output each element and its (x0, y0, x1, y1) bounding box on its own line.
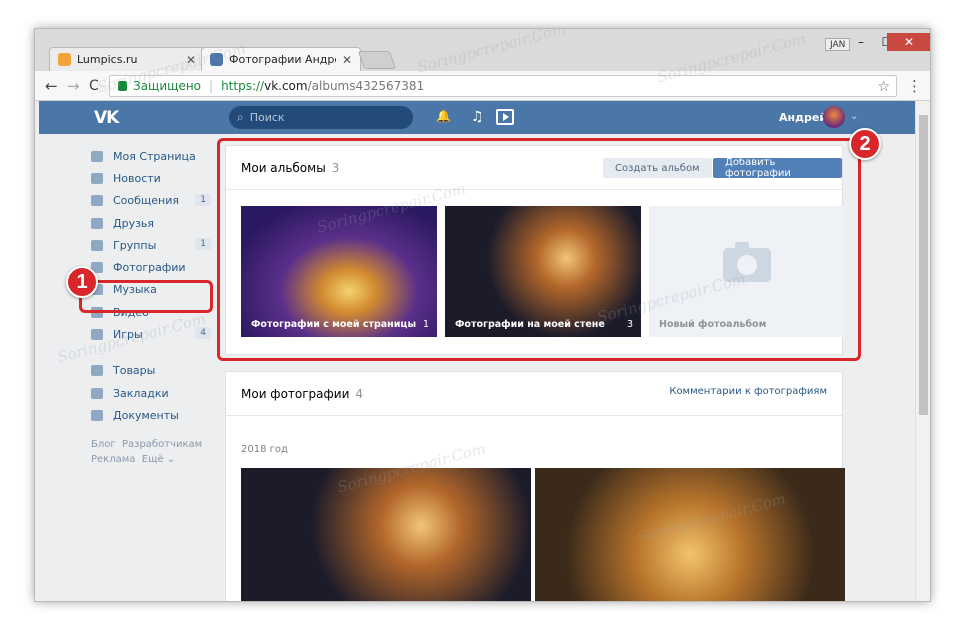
address-bar: ← → C Защищено | https:// vk.com /albums… (35, 71, 930, 101)
photo-thumbnail[interactable] (241, 468, 531, 601)
footer-link-ads[interactable]: Реклама (91, 454, 135, 465)
photos-count: 4 (355, 386, 364, 401)
vk-favicon-icon (210, 53, 223, 66)
sidebar-footer: Блог Разработчикам Реклама Ещё ⌄ (91, 437, 211, 467)
sidebar-divider (91, 346, 211, 360)
shopping-bag-icon (91, 365, 103, 377)
vk-logo[interactable]: VK (94, 108, 119, 128)
sidebar-item-label: Сообщения (113, 194, 180, 208)
home-icon (91, 150, 103, 162)
tab-close-icon[interactable]: ✕ (342, 53, 352, 67)
sidebar-item-label: Друзья (113, 216, 155, 230)
sidebar-item-news[interactable]: Новости (91, 167, 211, 189)
new-tab-button[interactable] (357, 51, 397, 69)
tab-title: Фотографии Андрея Пе (229, 53, 336, 66)
sidebar-item-label: Товары (113, 364, 156, 378)
photos-card: Мои фотографии 4 Комментарии к фотографи… (225, 371, 845, 601)
minimize-button[interactable]: – (847, 33, 875, 51)
annotation-badge-2: 2 (849, 128, 881, 160)
avatar[interactable] (823, 106, 845, 128)
groups-count-badge: 1 (195, 238, 211, 251)
sidebar-item-messages[interactable]: Сообщения 1 (91, 190, 211, 212)
url-separator: | (209, 79, 214, 93)
sidebar-item-friends[interactable]: Друзья (91, 212, 211, 234)
sidebar-item-label: Фотографии (113, 261, 186, 275)
sidebar-item-bookmarks[interactable]: Закладки (91, 382, 211, 404)
sidebar-item-label: Новости (113, 171, 161, 185)
browser-menu-icon[interactable]: ⋮ (907, 77, 922, 95)
page-scrollbar[interactable] (915, 101, 930, 601)
document-icon (91, 409, 103, 421)
tab-vk-photos[interactable]: Фотографии Андрея Пе ✕ (201, 47, 361, 71)
search-input[interactable]: ⌕ Поиск (229, 106, 413, 129)
video-play-icon[interactable] (496, 109, 514, 125)
user-name[interactable]: Андрей (779, 111, 827, 124)
sidebar-item-label: Группы (113, 238, 157, 252)
bookmark-star-icon[interactable]: ☆ (877, 79, 890, 95)
sidebar-item-games[interactable]: Игры 4 (91, 323, 211, 345)
sidebar-item-label: Документы (113, 408, 179, 422)
friends-icon (91, 217, 103, 229)
footer-link-more[interactable]: Ещё ⌄ (142, 454, 175, 465)
url-input[interactable]: Защищено | https:// vk.com /albums432567… (109, 75, 897, 97)
reload-icon[interactable]: C (89, 77, 99, 95)
star-icon (91, 387, 103, 399)
url-host: vk.com (264, 79, 308, 93)
bell-icon[interactable]: 🔔 (436, 109, 451, 123)
annotation-badge-1: 1 (66, 266, 98, 298)
vk-header: VK ⌕ Поиск 🔔 ♫ Андрей ⌄ (39, 101, 915, 134)
search-icon: ⌕ (237, 110, 244, 124)
games-count-badge: 4 (195, 327, 211, 340)
chevron-down-icon[interactable]: ⌄ (850, 111, 858, 122)
news-icon (91, 172, 103, 184)
forward-icon[interactable]: → (67, 77, 80, 95)
url-path: /albums432567381 (307, 79, 425, 93)
sidebar-item-label: Моя Страница (113, 149, 196, 163)
tab-close-icon[interactable]: ✕ (186, 53, 196, 67)
browser-window: Lumpics.ru ✕ Фотографии Андрея Пе ✕ JAN … (34, 28, 931, 602)
photo-thumbnail[interactable] (535, 468, 845, 601)
highlight-photos-item (79, 280, 213, 313)
photo-comments-link[interactable]: Комментарии к фотографиям (669, 386, 827, 397)
back-icon[interactable]: ← (45, 77, 58, 95)
lock-icon (118, 81, 127, 91)
messages-count-badge: 1 (195, 193, 211, 206)
messages-icon (91, 195, 103, 207)
music-icon[interactable]: ♫ (471, 109, 484, 125)
secure-label: Защищено (133, 79, 202, 93)
scrollbar-thumb[interactable] (919, 115, 928, 415)
footer-link-blog[interactable]: Блог (91, 439, 116, 450)
sidebar-item-documents[interactable]: Документы (91, 404, 211, 426)
lumpics-favicon-icon (58, 53, 71, 66)
vk-page: VK ⌕ Поиск 🔔 ♫ Андрей ⌄ Моя Страница Нов… (35, 101, 915, 601)
footer-link-developers[interactable]: Разработчикам (122, 439, 202, 450)
gamepad-icon (91, 329, 103, 341)
highlight-albums-section (217, 138, 861, 361)
tab-title: Lumpics.ru (77, 53, 138, 66)
search-placeholder: Поиск (249, 111, 285, 124)
title-bar: Lumpics.ru ✕ Фотографии Андрея Пе ✕ JAN … (35, 29, 930, 71)
close-window-button[interactable]: ✕ (887, 33, 930, 51)
url-scheme: https:// (221, 79, 265, 93)
sidebar-item-groups[interactable]: Группы 1 (91, 234, 211, 256)
sidebar-item-my-page[interactable]: Моя Страница (91, 145, 211, 167)
year-label: 2018 год (241, 444, 288, 455)
sidebar-item-photos[interactable]: Фотографии (91, 256, 211, 278)
sidebar-item-goods[interactable]: Товары (91, 360, 211, 382)
photos-title: Мои фотографии (241, 386, 350, 401)
groups-icon (91, 239, 103, 251)
sidebar-item-label: Закладки (113, 386, 169, 400)
sidebar-item-label: Игры (113, 328, 143, 342)
tab-lumpics[interactable]: Lumpics.ru ✕ (49, 47, 205, 71)
